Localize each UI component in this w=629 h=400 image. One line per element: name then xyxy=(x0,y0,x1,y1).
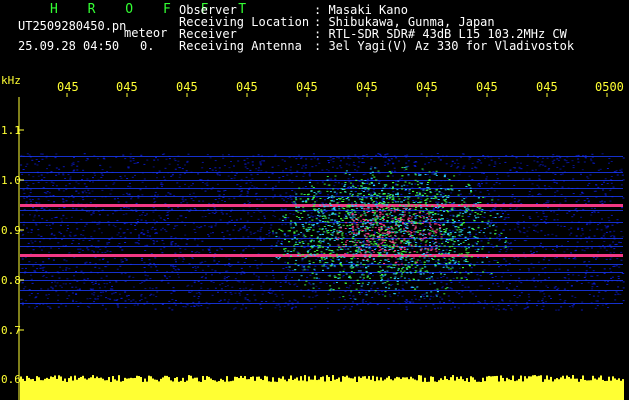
time-tick: 045 xyxy=(476,80,498,94)
unit-label: kHz xyxy=(1,74,21,87)
time-tick: 045 xyxy=(57,80,79,94)
freq-tick: 1.0 xyxy=(1,174,21,187)
field-value-antenna: : 3el Yagi(V) Az 330 for Vladivostok xyxy=(314,39,575,53)
freq-tick: 0.6 xyxy=(1,373,21,386)
freq-tick: 0.7 xyxy=(1,324,21,337)
time-tick: 045 xyxy=(176,80,198,94)
file-name: UT2509280450.pn xyxy=(18,19,127,33)
time-tick: 045 xyxy=(356,80,378,94)
counter: 0. xyxy=(140,39,155,53)
freq-tick: 0.9 xyxy=(1,224,21,237)
time-tick: 0500 xyxy=(595,80,624,94)
spectrogram-canvas xyxy=(18,93,625,400)
freq-tick: 0.8 xyxy=(1,274,21,287)
plot-area xyxy=(19,97,625,400)
time-tick: 045 xyxy=(296,80,318,94)
time-tick: 045 xyxy=(116,80,138,94)
freq-tick: 1.1 xyxy=(1,124,21,137)
datetime: 25.09.28 04:50 xyxy=(18,39,120,53)
time-tick: 045 xyxy=(236,80,258,94)
time-tick: 045 xyxy=(536,80,558,94)
field-label-antenna: Receiving Antenna xyxy=(179,39,302,53)
x-ticks xyxy=(66,93,608,97)
time-tick: 045 xyxy=(416,80,438,94)
meteor-tag: meteor xyxy=(124,26,168,40)
